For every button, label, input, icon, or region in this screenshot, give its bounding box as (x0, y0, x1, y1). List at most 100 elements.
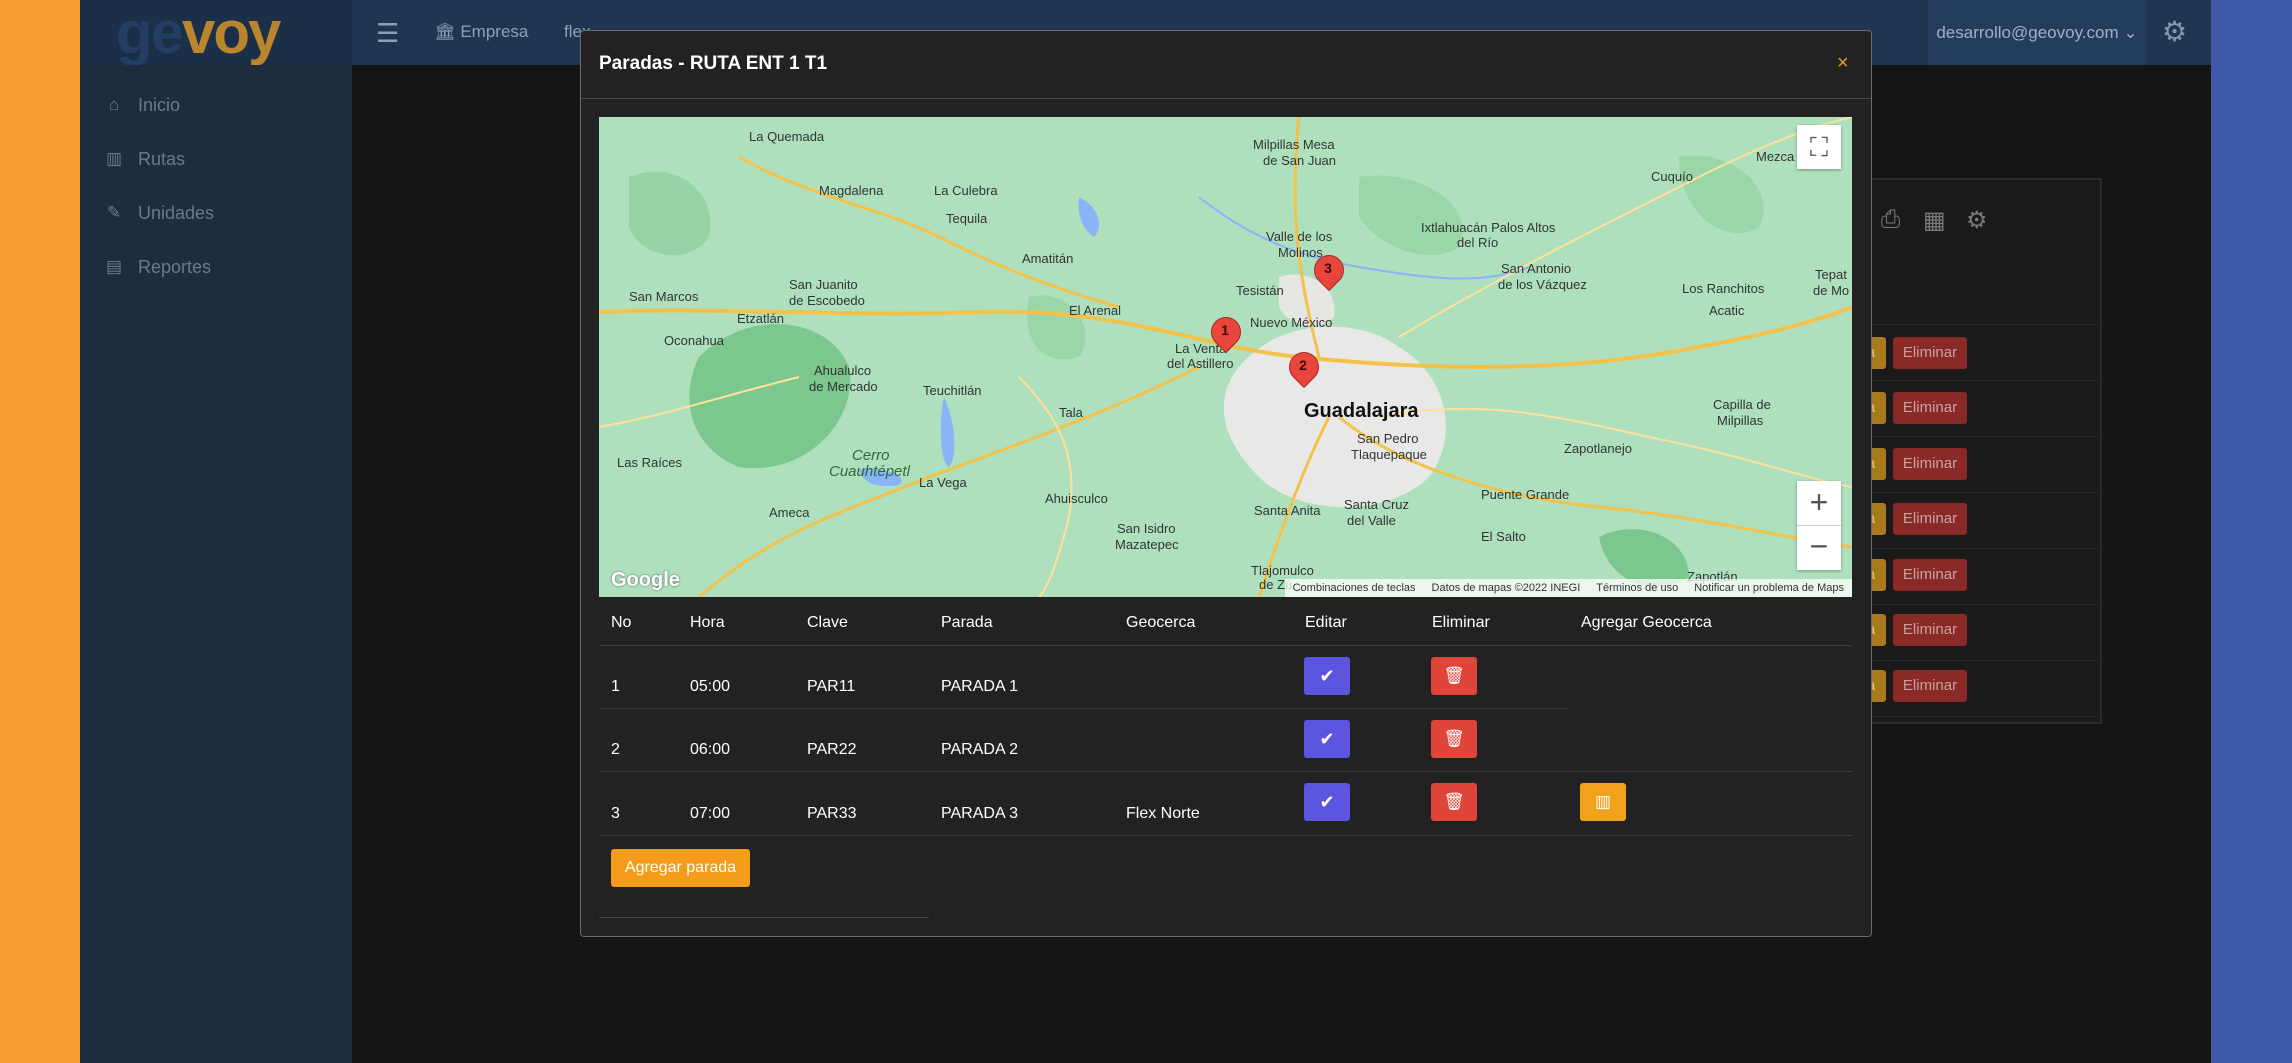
map-label-nuevo-mexico: Nuevo México (1250, 315, 1333, 330)
check-icon: ✔ (1319, 729, 1335, 749)
route-map[interactable]: La Quemada Milpillas Mesa de San Juan Me… (599, 117, 1852, 597)
route-delete-button[interactable]: Eliminar (1893, 448, 1967, 480)
user-email: desarrollo@geovoy.com (1936, 23, 2119, 42)
map-marker-stop-3[interactable]: 3 (1307, 248, 1351, 295)
trash-icon: 🗑 (1443, 792, 1465, 811)
marker-number: 1 (1221, 322, 1229, 338)
add-geofence-button[interactable]: ▥ (1580, 783, 1626, 821)
delete-stop-button[interactable]: 🗑 (1431, 657, 1477, 695)
map-label-san-pedro: San Pedro (1357, 431, 1419, 446)
header-editar: Editar (1305, 614, 1347, 631)
header-eliminar: Eliminar (1432, 614, 1490, 631)
sidebar-item-rutas[interactable]: ▥ Rutas (102, 144, 185, 174)
terms-link[interactable]: Términos de uso (1588, 582, 1686, 594)
trash-icon: 🗑 (1443, 729, 1465, 748)
zoom-in-button[interactable]: + (1797, 481, 1841, 526)
left-accent-bar (0, 0, 80, 1063)
cell-clave: PAR11 (807, 678, 856, 695)
cell-parada: PARADA 2 (941, 741, 1019, 758)
check-icon: ✔ (1319, 792, 1335, 812)
map-marker-stop-1[interactable]: 1 (1204, 310, 1248, 357)
edit-stop-button[interactable]: ✔ (1304, 720, 1350, 758)
header-parada: Parada (941, 614, 993, 631)
map-label-guadalajara: Guadalajara (1304, 400, 1419, 422)
sidebar-item-label: Inicio (138, 94, 181, 115)
nav-empresa[interactable]: 🏛 Empresa (434, 22, 528, 42)
map-label-milpillas: Milpillas Mesa (1253, 137, 1335, 152)
fullscreen-icon[interactable]: ⛶ (1797, 125, 1841, 169)
cell-hora: 07:00 (690, 805, 731, 822)
home-icon: ⌂ (108, 95, 120, 114)
map-label-tlajomulco: Tlajomulco (1251, 563, 1314, 578)
map-data-credit: Datos de mapas ©2022 INEGI (1431, 582, 1581, 594)
map-label-amatitan: Amatitán (1022, 251, 1074, 266)
cell-parada: PARADA 3 (941, 805, 1019, 822)
modal-header: Paradas - RUTA ENT 1 T1 × (581, 31, 1871, 99)
map-label-tequila: Tequila (946, 211, 988, 226)
close-icon[interactable]: × (1837, 51, 1849, 75)
sidebar-item-inicio[interactable]: ⌂ Inicio (102, 90, 180, 120)
zoom-out-button[interactable]: − (1797, 526, 1841, 570)
map-label-oconahua: Oconahua (664, 333, 724, 348)
sidebar-item-reportes[interactable]: ▤ Reportes (102, 252, 211, 282)
map-label-etzatlan: Etzatlán (737, 311, 784, 326)
route-delete-button[interactable]: Eliminar (1893, 559, 1967, 591)
map-label-la-quemada: La Quemada (749, 129, 825, 144)
route-delete-button[interactable]: Eliminar (1893, 392, 1967, 424)
header-hora: Hora (690, 614, 725, 631)
delete-stop-button[interactable]: 🗑 (1431, 720, 1477, 758)
map-icon: ▥ (1594, 792, 1612, 811)
header-geocerca: Geocerca (1126, 614, 1196, 631)
sidebar-item-label: Rutas (138, 148, 186, 169)
edit-stop-button[interactable]: ✔ (1304, 783, 1350, 821)
cell-hora: 06:00 (690, 741, 731, 758)
geovoy-logo[interactable]: gevoy (116, 0, 281, 68)
marker-number: 3 (1324, 260, 1332, 276)
sidebar-item-unidades[interactable]: ✎ Unidades (102, 198, 214, 228)
logo-part-a: ge (116, 0, 184, 66)
user-menu[interactable]: desarrollo@geovoy.com ⌄ (1928, 0, 2146, 65)
check-icon: ✔ (1319, 666, 1335, 686)
map-label-cuauhtepetl: Cuauhtépetl (829, 463, 910, 480)
map-icon: ▥ (105, 149, 123, 168)
route-delete-button[interactable]: Eliminar (1893, 670, 1967, 702)
header-no: No (611, 614, 632, 631)
map-label-tesistan: Tesistán (1236, 283, 1284, 298)
sidebar: ⌂ Inicio ▥ Rutas ✎ Unidades ▤ Reportes (80, 65, 352, 1063)
footer-divider (599, 917, 929, 918)
map-label-de-mo: de Mo (1813, 283, 1850, 298)
row-divider (599, 708, 1569, 709)
report-problem-link[interactable]: Notificar un problema de Maps (1686, 582, 1852, 594)
map-label-ahualulco: Ahualulco (814, 363, 872, 378)
keyboard-shortcuts-link[interactable]: Combinaciones de teclas (1285, 582, 1424, 594)
map-label-valle-molinos: Valle de los (1266, 229, 1333, 244)
delete-stop-button[interactable]: 🗑 (1431, 783, 1477, 821)
map-label-cuquio: Cuquío (1651, 169, 1693, 184)
header-agregar-geocerca: Agregar Geocerca (1581, 614, 1712, 631)
route-delete-button[interactable]: Eliminar (1893, 503, 1967, 535)
map-label-la-culebra: La Culebra (934, 183, 998, 198)
settings-icon[interactable]: ⚙ (1966, 206, 1988, 235)
map-label-las-raices: Las Raíces (617, 455, 683, 470)
map-label-cerro: Cerro (852, 447, 890, 464)
hamburger-menu-icon[interactable]: ☰ (376, 20, 399, 46)
app-window: gevoy ☰ 🏛 Empresa flex desarrollo@geovoy… (80, 0, 2211, 1063)
sidebar-item-label: Unidades (138, 202, 215, 223)
cell-no: 3 (611, 805, 620, 822)
excel-icon[interactable]: ▦ (1923, 206, 1946, 235)
bank-icon: 🏛 (434, 22, 456, 41)
map-label-teuchitlan: Teuchitlán (923, 383, 982, 398)
sidebar-item-label: Reportes (138, 256, 212, 277)
row-divider (599, 645, 1852, 646)
map-label-de-escobedo: de Escobedo (789, 293, 865, 308)
gear-icon[interactable]: ⚙ (2162, 18, 2187, 46)
route-delete-button[interactable]: Eliminar (1893, 337, 1967, 369)
map-marker-stop-2[interactable]: 2 (1282, 345, 1326, 392)
map-label-del-valle: del Valle (1347, 513, 1396, 528)
route-delete-button[interactable]: Eliminar (1893, 614, 1967, 646)
map-attribution: Combinaciones de teclas Datos de mapas ©… (1284, 579, 1852, 597)
clipboard-icon: ▤ (105, 257, 123, 276)
print-icon[interactable]: ⎙ (1881, 206, 1900, 234)
edit-stop-button[interactable]: ✔ (1304, 657, 1350, 695)
add-stop-button[interactable]: Agregar parada (611, 849, 750, 887)
